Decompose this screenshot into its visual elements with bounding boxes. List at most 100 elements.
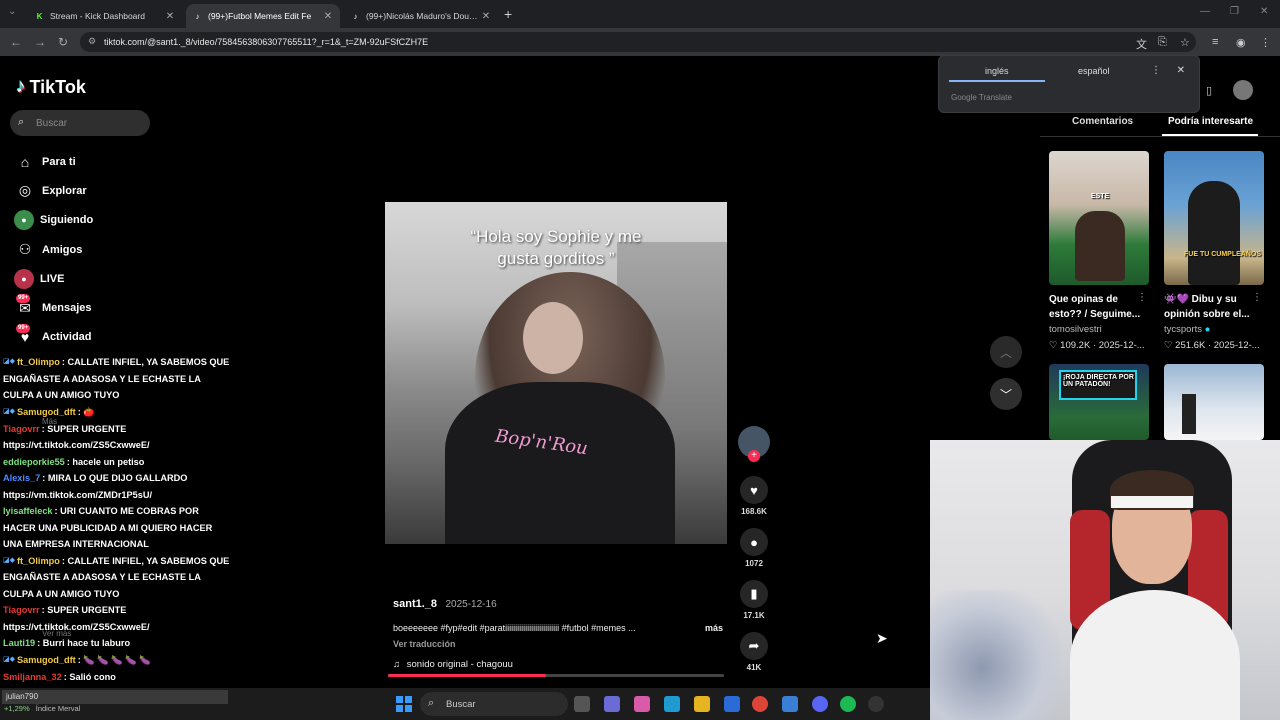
suggested-video-card[interactable]: FUE TU CUMPLEAÑOS 👾💜 Dibu y su opinión s… (1164, 151, 1264, 351)
device-icon[interactable]: ▯ (1206, 84, 1212, 97)
tab-close-icon[interactable]: ✕ (480, 11, 492, 22)
share-icon[interactable]: ➦ (740, 632, 768, 660)
file-explorer-icon[interactable] (694, 696, 710, 712)
tab-you-may-like[interactable]: Podría interesarte (1168, 116, 1253, 127)
user-avatar[interactable] (1233, 80, 1253, 100)
teams-icon[interactable] (604, 696, 620, 712)
back-icon[interactable]: ← (10, 35, 22, 49)
tab-search-icon[interactable]: ⌄ (8, 6, 16, 17)
suggested-video-card[interactable]: ¡ROJA DIRECTA POR UN PATADÓN! (1049, 364, 1149, 440)
card-thumbnail[interactable]: FUE TU CUMPLEAÑOS (1164, 151, 1264, 285)
translate-menu-icon[interactable]: ⋮ (1151, 65, 1161, 76)
tab-close-icon[interactable]: ✕ (322, 11, 334, 22)
sidebar-item[interactable]: ◎ Explorar (14, 176, 93, 205)
media-icon[interactable]: ≡ (1212, 36, 1218, 48)
new-tab-button[interactable]: + (504, 6, 512, 22)
sidebar-item[interactable]: ● LIVE (14, 264, 93, 293)
taskbar-search-placeholder: Buscar (446, 698, 476, 710)
creator-avatar[interactable]: + (738, 426, 770, 462)
store-icon[interactable] (724, 696, 740, 712)
forward-icon[interactable]: → (34, 35, 46, 49)
sidebar-item[interactable]: ✉ 99+ Mensajes (14, 293, 93, 322)
sidebar-item[interactable]: ⌂ Para ti (14, 147, 93, 176)
share-count: 41K (746, 663, 762, 672)
suggested-video-card[interactable] (1164, 364, 1264, 440)
card-title: Que opinas de esto?? / Seguime... (1049, 294, 1141, 320)
edge-icon[interactable] (664, 696, 680, 712)
right-tabs-divider (1040, 136, 1280, 137)
translate-close-icon[interactable]: ✕ (1177, 65, 1185, 76)
source-language-tab[interactable]: inglés (985, 66, 1009, 76)
next-video-button[interactable]: ﹀ (990, 378, 1022, 410)
window-close-icon[interactable]: ✕ (1260, 6, 1268, 17)
install-icon[interactable]: ⎘ (1158, 36, 1167, 49)
outlook-icon[interactable] (782, 696, 798, 712)
card-thumbnail[interactable] (1164, 364, 1264, 440)
tiktok-logo[interactable]: ♪ TikTok (16, 76, 86, 98)
card-more-icon[interactable]: ⋮ (1252, 292, 1262, 303)
site-info-icon[interactable]: ⚙ (88, 36, 96, 47)
card-more-icon[interactable]: ⋮ (1137, 292, 1147, 303)
taskbar-widget[interactable]: julian790 (2, 690, 228, 704)
task-view-icon[interactable] (574, 696, 590, 712)
card-meta: ♡ 251.6K · 2025-12-... (1164, 340, 1260, 351)
chat-username: Smiljanna_32 (3, 671, 62, 682)
spotify-icon[interactable] (840, 696, 856, 712)
video-author[interactable]: sant1._8 (393, 598, 437, 610)
comment-icon[interactable]: ● (740, 528, 768, 556)
heart-icon[interactable]: ♥ (740, 476, 768, 504)
bookmark-star-icon[interactable]: ☆ (1180, 36, 1190, 49)
share-action[interactable]: ➦ 41K (737, 632, 771, 672)
reload-icon[interactable]: ↻ (58, 35, 68, 49)
address-bar[interactable]: tiktok.com/@sant1._8/video/7584563806307… (80, 32, 1196, 52)
taskbar-search[interactable]: ⌕ Buscar (420, 692, 568, 716)
search-placeholder: Buscar (36, 117, 68, 129)
see-translation-link[interactable]: Ver traducción (393, 639, 723, 649)
translate-icon[interactable]: 文 (1136, 36, 1147, 52)
chat-username: Samugod_dft (17, 654, 76, 665)
sidebar-item[interactable]: ⚇ Amigos (14, 235, 93, 264)
thumb-label: FUE TU CUMPLEAÑOS (1184, 251, 1261, 258)
browser-tab[interactable]: K Stream - Kick Dashboard ✕ (28, 4, 182, 28)
copilot-icon[interactable] (634, 696, 650, 712)
discord-icon[interactable] (812, 696, 828, 712)
selected-language-indicator (949, 80, 1045, 82)
obs-icon[interactable] (868, 696, 884, 712)
sound-link[interactable]: ♫ sonido original - chagouu (393, 659, 723, 670)
stock-ticker: +1,29% Índice Merval (4, 704, 80, 713)
sidebar-item[interactable]: ● Siguiendo (14, 206, 93, 235)
logo-text: TikTok (29, 76, 86, 97)
windows-start-icon[interactable] (396, 696, 412, 712)
url-text: tiktok.com/@sant1._8/video/7584563806307… (104, 37, 429, 47)
search-input[interactable]: ⌕ Buscar (10, 110, 150, 136)
suggested-video-card[interactable]: ESTE Que opinas de esto?? / Seguime... t… (1049, 151, 1149, 351)
comment-action[interactable]: ● 1072 (737, 528, 771, 568)
tab-close-icon[interactable]: ✕ (164, 11, 176, 22)
sidebar-item[interactable]: ♥ 99+ Actividad (14, 323, 93, 352)
video-progress-bar[interactable] (388, 674, 724, 677)
save-action[interactable]: ▮ 17.1K (737, 580, 771, 620)
maximize-icon[interactable]: ❐ (1230, 6, 1239, 17)
minimize-icon[interactable]: — (1200, 6, 1210, 17)
card-author: tomosilvestri (1049, 324, 1102, 335)
card-thumbnail[interactable]: ESTE (1049, 151, 1149, 285)
chrome-icon[interactable] (752, 696, 768, 712)
target-language-tab[interactable]: español (1078, 66, 1110, 76)
following-avatar-icon: ● (14, 210, 34, 231)
bookmark-icon[interactable]: ▮ (740, 580, 768, 608)
previous-video-button[interactable]: ︿ (990, 336, 1022, 368)
profile-icon[interactable]: ◉ (1236, 36, 1246, 49)
card-thumbnail[interactable]: ¡ROJA DIRECTA POR UN PATADÓN! (1049, 364, 1149, 440)
browser-menu-icon[interactable]: ⋮ (1260, 36, 1271, 49)
tab-favicon-icon: ♪ (353, 11, 358, 21)
search-icon: ⌕ (428, 697, 435, 709)
browser-tab[interactable]: ♪ (99+)Nicolás Maduro's Doubts ✕ (344, 4, 498, 28)
notification-badge: 99+ (16, 323, 31, 333)
chat-message: ◪◆ Samugod_dft: 🍅 (3, 404, 233, 421)
browser-tab[interactable]: ♪ (99+)Futbol Memes Edit Fe ✕ (186, 4, 340, 28)
tab-comments[interactable]: Comentarios (1072, 116, 1133, 127)
follow-plus-icon[interactable]: + (748, 450, 760, 462)
video-player[interactable]: Bop'n'Rou “Hola soy Sophie y me gusta go… (385, 202, 727, 544)
more-button[interactable]: más (705, 623, 723, 633)
like-action[interactable]: ♥ 168.6K (737, 476, 771, 516)
